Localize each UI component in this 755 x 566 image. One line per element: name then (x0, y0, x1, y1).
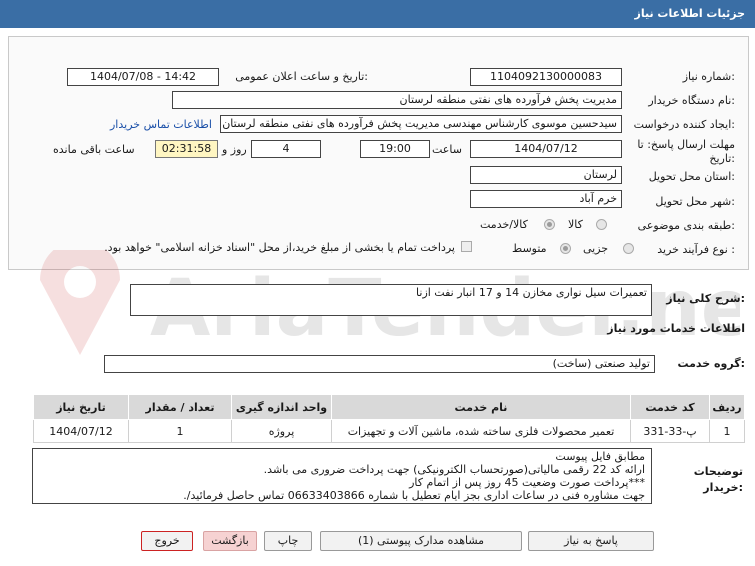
category-goods-label: کالا (568, 218, 583, 231)
deadline-time-label: ساعت (432, 143, 462, 156)
reply-button[interactable]: پاسخ به نیاز (528, 531, 654, 551)
category-label: طبقه بندی موضوعی: (637, 219, 735, 232)
col-quantity: تعداد / مقدار (128, 394, 232, 420)
category-goods-service-label: کالا/خدمت (480, 218, 528, 231)
province-field: لرستان (470, 166, 622, 184)
province-label: استان محل تحویل: (648, 170, 735, 183)
deadline-label: مهلت ارسال پاسخ: تا تاریخ: (637, 138, 735, 165)
print-button[interactable]: چاپ (264, 531, 312, 551)
buyer-note-line: جهت مشاوره فنی در ساعات اداری بجز ایام ت… (183, 489, 645, 502)
creator-label: ایجاد کننده درخواست: (633, 118, 735, 131)
cell-need-date: 1404/07/12 (33, 419, 129, 443)
city-field: خرم آباد (470, 190, 622, 208)
category-goods-radio[interactable] (596, 219, 607, 230)
category-goods-service-radio[interactable] (544, 219, 555, 230)
back-button[interactable]: بازگشت (203, 531, 257, 551)
need-number-field: 1104092130000083 (470, 68, 622, 86)
days-remaining-field: 4 (251, 140, 321, 158)
page-title: جزئیات اطلاعات نیاز (634, 7, 746, 20)
view-attachments-button[interactable]: مشاهده مدارک پیوستی (1) (320, 531, 522, 551)
summary-label: شرح کلی نیاز: (666, 292, 745, 305)
col-service-name: نام خدمت (331, 394, 631, 420)
exit-button[interactable]: خروج (141, 531, 193, 551)
deadline-time-field: 19:00 (360, 140, 430, 158)
treasury-payment-checkbox[interactable] (461, 241, 472, 252)
cell-row-number: 1 (709, 419, 745, 443)
announce-date-field: 1404/07/08 - 14:42 (67, 68, 219, 86)
col-need-date: تاریخ نیاز (33, 394, 129, 420)
cell-service-code: پ-33-331 (630, 419, 710, 443)
need-number-label: شماره نیاز: (682, 70, 735, 83)
service-group-label: گروه خدمت: (677, 357, 745, 370)
purchase-small-radio[interactable] (623, 243, 634, 254)
city-label: شهر محل تحویل: (655, 195, 735, 208)
service-group-field: تولید صنعتی (ساخت) (104, 355, 655, 373)
buyer-contact-link[interactable]: اطلاعات تماس خریدار (110, 118, 212, 131)
col-row-number: ردیف (709, 394, 745, 420)
buyer-note-line: ***پرداخت صورت وضعیت 45 روز پس از اتمام … (409, 476, 645, 489)
remaining-time-label: ساعت باقی مانده (53, 143, 135, 156)
buyer-note-line: مطابق فایل پیوست (555, 450, 645, 463)
table-row: 1 پ-33-331 تعمیر محصولات فلزی ساخته شده،… (33, 419, 745, 443)
remaining-time-field: 02:31:58 (155, 140, 218, 158)
services-header-row: ردیف کد خدمت نام خدمت واحد اندازه گیری ت… (33, 394, 745, 420)
buyer-label: نام دستگاه خریدار: (648, 94, 735, 107)
buyer-note-line: ارائه کد 22 رقمی مالیاتی(صورتحساب الکترو… (263, 463, 645, 476)
purchase-medium-radio[interactable] (560, 243, 571, 254)
creator-field: سیدحسین موسوی کارشناس مهندسی مدیریت پخش … (220, 115, 622, 133)
cell-unit: پروژه (231, 419, 332, 443)
buyer-notes-box: مطابق فایل پیوست ارائه کد 22 رقمی مالیات… (32, 448, 652, 504)
col-unit: واحد اندازه گیری (231, 394, 332, 420)
purchase-small-label: جزیی (583, 242, 609, 255)
purchase-type-label: نوع فرآیند خرید : (657, 243, 735, 256)
services-section-title: اطلاعات خدمات مورد نیاز (607, 322, 745, 335)
deadline-date-field: 1404/07/12 (470, 140, 622, 158)
buyer-field: مدیریت پخش فرآورده های نفتی منطقه لرستان (172, 91, 622, 109)
buyer-notes-label: توضیحات خریدار: (693, 465, 743, 494)
services-table: ردیف کد خدمت نام خدمت واحد اندازه گیری ت… (33, 394, 745, 443)
announce-date-label: تاریخ و ساعت اعلان عمومی: (235, 70, 368, 83)
treasury-payment-note: پرداخت تمام یا بخشی از مبلغ خرید،از محل … (104, 241, 455, 254)
col-service-code: کد خدمت (630, 394, 710, 420)
summary-field: تعمیرات سیل نواری مخازن 14 و 17 انبار نف… (130, 284, 652, 316)
days-label: روز و (222, 143, 247, 156)
purchase-medium-label: متوسط (512, 242, 547, 255)
cell-quantity: 1 (128, 419, 232, 443)
cell-service-name: تعمیر محصولات فلزی ساخته شده، ماشین آلات… (331, 419, 631, 443)
